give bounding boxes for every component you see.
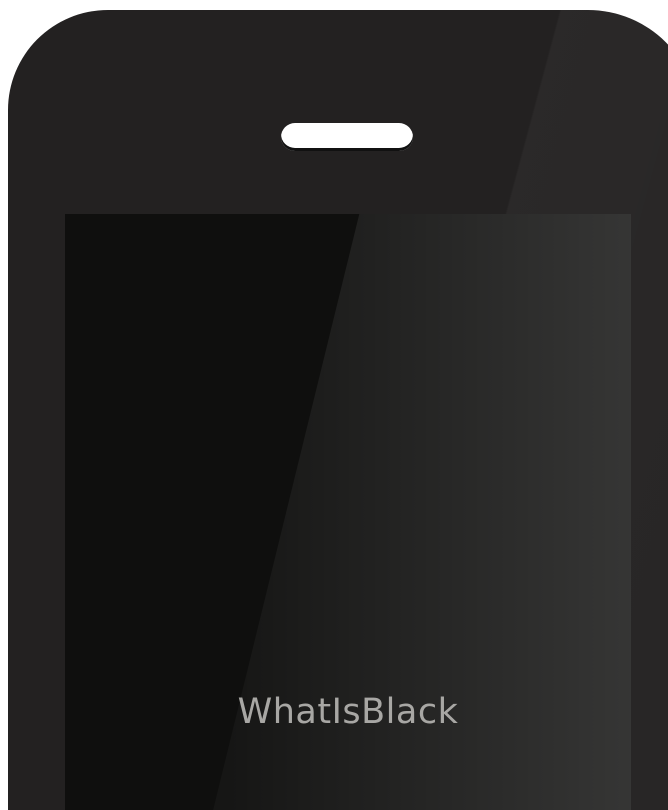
speaker-grille-icon: [281, 123, 413, 151]
phone-screen: WhatIsBlack: [65, 214, 631, 810]
phone-device: WhatIsBlack: [8, 10, 668, 810]
screen-text: WhatIsBlack: [237, 692, 459, 732]
